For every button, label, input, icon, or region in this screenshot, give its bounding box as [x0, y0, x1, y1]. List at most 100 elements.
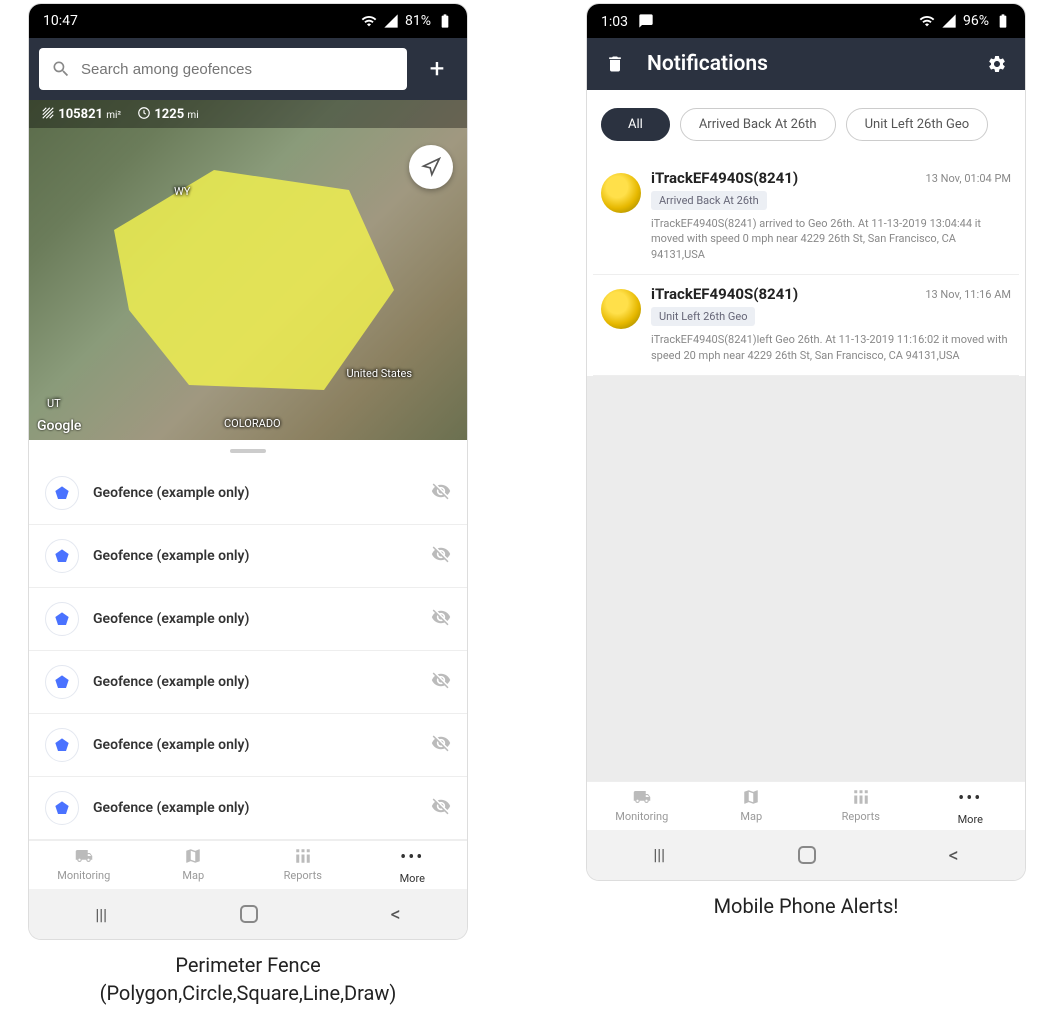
pentagon-icon — [45, 539, 79, 573]
recent-apps-button[interactable]: ||| — [95, 905, 107, 924]
geofence-item[interactable]: Geofence (example only) — [29, 651, 467, 714]
nav-reports[interactable]: Reports — [806, 788, 916, 826]
visibility-off-icon[interactable] — [431, 796, 451, 820]
table-icon — [292, 847, 314, 865]
map-label-ut: UT — [47, 397, 61, 410]
nav-monitoring[interactable]: Monitoring — [587, 788, 697, 826]
phone-geofences: 10:47 81% + 105821 mi² — [29, 4, 467, 939]
battery-text: 96% — [963, 13, 989, 29]
visibility-off-icon[interactable] — [431, 733, 451, 757]
map-view[interactable]: 105821 mi² 1225 mi WY UT COLORADO United… — [29, 100, 467, 440]
gear-icon[interactable] — [987, 54, 1007, 74]
map-icon — [740, 788, 762, 806]
status-time: 10:47 — [43, 13, 78, 29]
signal-icon — [941, 13, 957, 29]
sheet-drag-handle[interactable] — [29, 440, 467, 462]
geofence-name: Geofence (example only) — [93, 674, 417, 690]
geofence-item[interactable]: Geofence (example only) — [29, 525, 467, 588]
empty-area — [587, 376, 1025, 781]
signal-icon — [383, 13, 399, 29]
search-header: + — [29, 38, 467, 100]
notifications-header: Notifications — [587, 38, 1025, 90]
more-icon: ••• — [400, 847, 424, 868]
status-bar: 10:47 81% — [29, 4, 467, 38]
van-icon — [631, 788, 653, 806]
vehicle-avatar — [601, 173, 641, 213]
nav-monitoring[interactable]: Monitoring — [29, 847, 139, 885]
battery-icon — [437, 13, 453, 29]
recent-apps-button[interactable]: ||| — [653, 845, 665, 864]
geofence-name: Geofence (example only) — [93, 548, 417, 564]
back-button[interactable]: < — [948, 843, 958, 867]
battery-text: 81% — [405, 13, 431, 29]
map-label-wy: WY — [174, 185, 190, 198]
notification-item[interactable]: iTrackEF4940S(8241) 13 Nov, 11:16 AM Uni… — [593, 275, 1019, 376]
notification-tag: Arrived Back At 26th — [651, 191, 767, 210]
pentagon-icon — [45, 791, 79, 825]
geofence-item[interactable]: Geofence (example only) — [29, 714, 467, 777]
notification-time: 13 Nov, 01:04 PM — [926, 172, 1011, 185]
chip-all[interactable]: All — [601, 108, 670, 141]
notification-item[interactable]: iTrackEF4940S(8241) 13 Nov, 01:04 PM Arr… — [593, 159, 1019, 275]
back-button[interactable]: < — [390, 902, 400, 926]
add-button[interactable]: + — [417, 54, 457, 84]
map-icon — [182, 847, 204, 865]
nav-reports[interactable]: Reports — [248, 847, 358, 885]
navigation-icon — [421, 157, 441, 177]
pentagon-icon — [45, 665, 79, 699]
message-icon — [638, 13, 654, 29]
android-nav-bar: ||| < — [587, 830, 1025, 880]
notification-title: iTrackEF4940S(8241) — [651, 169, 798, 187]
bottom-nav: Monitoring Map Reports ••• More — [29, 840, 467, 889]
nav-more[interactable]: ••• More — [916, 788, 1026, 826]
nav-map[interactable]: Map — [139, 847, 249, 885]
geofence-item[interactable]: Geofence (example only) — [29, 462, 467, 525]
pentagon-icon — [45, 602, 79, 636]
phone-notifications: 1:03 96% Notifications All Arrived Back … — [587, 4, 1025, 880]
hatch-icon — [41, 106, 55, 120]
visibility-off-icon[interactable] — [431, 481, 451, 505]
trash-icon[interactable] — [605, 54, 625, 74]
pentagon-icon — [45, 476, 79, 510]
search-box[interactable] — [39, 48, 407, 90]
notification-description: iTrackEF4940S(8241)left Geo 26th. At 11-… — [651, 332, 1011, 363]
chip-left[interactable]: Unit Left 26th Geo — [846, 108, 989, 141]
google-logo: Google — [37, 418, 81, 434]
caption-left: Perimeter Fence (Polygon,Circle,Square,L… — [29, 951, 467, 1007]
van-icon — [73, 847, 95, 865]
geofence-name: Geofence (example only) — [93, 737, 417, 753]
clock-icon — [137, 106, 151, 120]
geofence-name: Geofence (example only) — [93, 800, 417, 816]
geofence-list: Geofence (example only) Geofence (exampl… — [29, 462, 467, 840]
nav-map[interactable]: Map — [697, 788, 807, 826]
map-label-co: COLORADO — [224, 417, 281, 430]
map-stats-bar: 105821 mi² 1225 mi — [29, 100, 467, 128]
wifi-icon — [361, 13, 377, 29]
locate-button[interactable] — [409, 145, 453, 189]
geofence-item[interactable]: Geofence (example only) — [29, 777, 467, 840]
home-button[interactable] — [798, 846, 816, 864]
search-input[interactable] — [81, 61, 395, 78]
perimeter-stat: 1225 mi — [137, 106, 199, 122]
status-right: 81% — [361, 13, 453, 29]
visibility-off-icon[interactable] — [431, 670, 451, 694]
notification-title: iTrackEF4940S(8241) — [651, 285, 798, 303]
visibility-off-icon[interactable] — [431, 607, 451, 631]
home-button[interactable] — [240, 905, 258, 923]
visibility-off-icon[interactable] — [431, 544, 451, 568]
search-icon — [51, 59, 71, 79]
notification-tag: Unit Left 26th Geo — [651, 307, 755, 326]
status-right: 96% — [919, 13, 1011, 29]
chip-arrived[interactable]: Arrived Back At 26th — [680, 108, 836, 141]
area-stat: 105821 mi² — [41, 106, 121, 122]
nav-more[interactable]: ••• More — [358, 847, 468, 885]
notification-description: iTrackEF4940S(8241) arrived to Geo 26th.… — [651, 216, 1011, 262]
geofence-item[interactable]: Geofence (example only) — [29, 588, 467, 651]
bottom-nav: Monitoring Map Reports ••• More — [587, 781, 1025, 830]
geofence-name: Geofence (example only) — [93, 485, 417, 501]
status-left: 1:03 — [601, 13, 654, 30]
table-icon — [850, 788, 872, 806]
battery-icon — [995, 13, 1011, 29]
page-title: Notifications — [647, 52, 965, 76]
caption-right: Mobile Phone Alerts! — [587, 892, 1025, 920]
